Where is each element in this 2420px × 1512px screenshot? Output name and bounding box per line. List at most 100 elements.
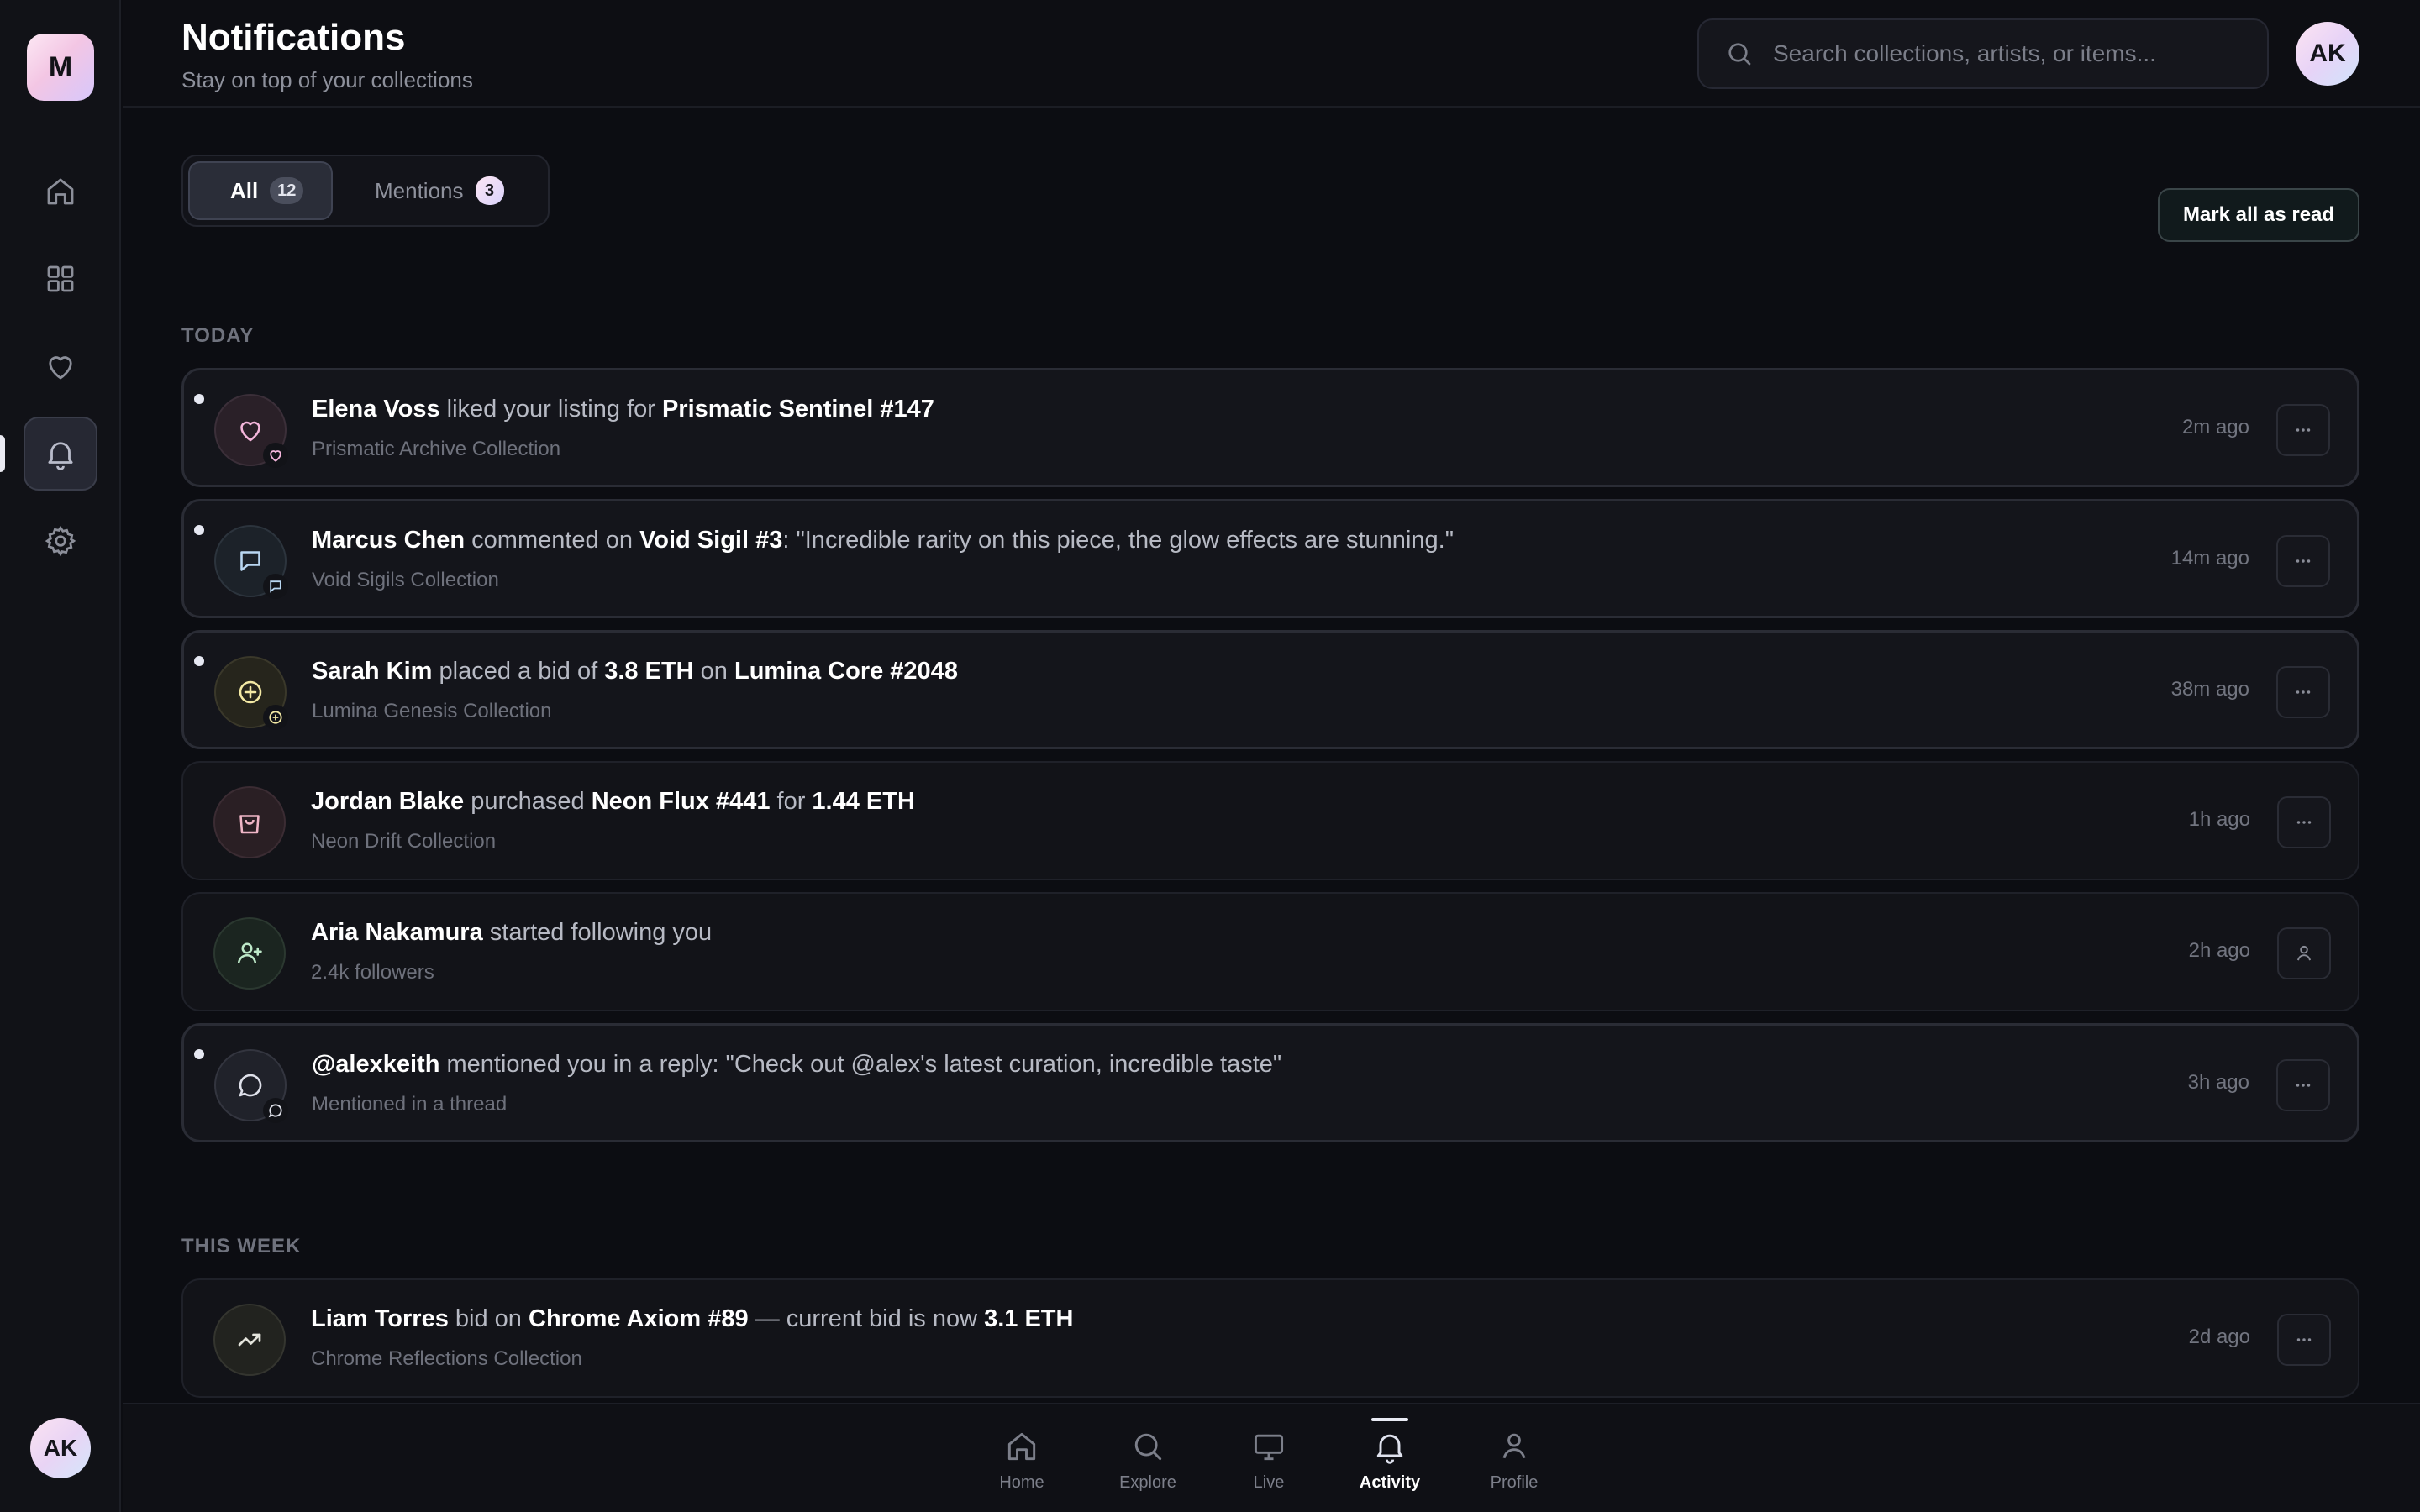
sidebar-avatar[interactable]: AK <box>30 1418 91 1478</box>
notification-subtext: 2.4k followers <box>311 961 434 984</box>
user-icon <box>1502 1433 1526 1459</box>
notification-type-badge <box>213 1304 286 1376</box>
header: Notifications Stay on top of your collec… <box>123 0 2420 108</box>
search-icon <box>1728 43 1751 66</box>
notification-text: Elena Voss liked your listing for Prisma… <box>312 396 934 423</box>
notification-item[interactable]: Liam Torres bid on Chrome Axiom #89 — cu… <box>182 1278 2360 1398</box>
notification-item[interactable]: @alexkeith mentioned you in a reply: "Ch… <box>182 1023 2360 1142</box>
notification-type-badge <box>214 656 288 730</box>
actor-name[interactable]: Sarah Kim <box>312 658 432 685</box>
unread-dot <box>194 525 204 535</box>
user-plus-icon <box>237 942 262 963</box>
notification-text: Jordan Blake purchased Neon Flux #441 fo… <box>311 788 915 816</box>
notification-item[interactable]: Marcus Chen commented on Void Sigil #3: … <box>182 499 2360 618</box>
mention-icon <box>239 1074 262 1097</box>
more-options-button[interactable] <box>2277 796 2331 848</box>
notification-text: Liam Torres bid on Chrome Axiom #89 — cu… <box>311 1305 1073 1333</box>
bid-icon <box>269 711 282 724</box>
purchase-amount: 1.44 ETH <box>812 788 915 815</box>
trend-icon <box>238 1333 261 1347</box>
actor-name[interactable]: Aria Nakamura <box>311 919 483 946</box>
more-options-button[interactable] <box>2276 535 2330 587</box>
view-profile-button[interactable] <box>2277 927 2331 979</box>
mini-comment-badge <box>263 574 288 599</box>
item-link[interactable]: Chrome Axiom #89 <box>529 1305 749 1332</box>
bottom-nav-home[interactable]: Home <box>971 1428 1072 1504</box>
item-link[interactable]: Lumina Core #2048 <box>734 658 958 685</box>
sidebar-item-home[interactable] <box>24 155 97 228</box>
notification-type-badge <box>213 786 286 858</box>
more-options-button[interactable] <box>2276 666 2330 718</box>
notification-verb: started following you <box>489 919 713 946</box>
user-icon <box>2297 945 2311 961</box>
sidebar-item-grid[interactable] <box>24 242 97 316</box>
notification-verb: on <box>700 658 728 685</box>
notification-subtext: Void Sigils Collection <box>312 569 499 591</box>
notification-item[interactable]: Elena Voss liked your listing for Prisma… <box>182 368 2360 487</box>
bottom-nav-live[interactable]: Live <box>1218 1428 1319 1504</box>
bottom-nav-explore[interactable]: Explore <box>1097 1428 1198 1504</box>
tab-count-badge: 12 <box>270 177 304 204</box>
notification-text: Sarah Kim placed a bid of 3.8 ETH on Lum… <box>312 658 958 685</box>
notification-subtext: Mentioned in a thread <box>312 1093 508 1116</box>
page-subtitle: Stay on top of your collections <box>182 67 473 92</box>
user-avatar[interactable]: AK <box>2296 22 2360 86</box>
more-options-button[interactable] <box>2277 1314 2331 1366</box>
notification-item[interactable]: Aria Nakamura started following you 2.4k… <box>182 892 2360 1011</box>
page-title: Notifications <box>182 17 406 58</box>
heart-icon <box>270 450 281 462</box>
sidebar: M AK <box>0 0 121 1512</box>
comment-quote: : "Incredible rarity on this piece, the … <box>782 527 1454 554</box>
notification-time: 1h ago <box>2188 808 2250 831</box>
more-icon <box>2296 559 2311 563</box>
heart-icon <box>49 356 72 380</box>
bottom-nav-label: Explore <box>1119 1473 1176 1492</box>
grid-icon <box>47 265 74 292</box>
item-link[interactable]: Void Sigil #3 <box>639 527 782 554</box>
notification-subtext: Chrome Reflections Collection <box>311 1347 582 1370</box>
bag-icon <box>239 815 260 834</box>
notification-item[interactable]: Jordan Blake purchased Neon Flux #441 fo… <box>182 761 2360 880</box>
actor-name[interactable]: @alexkeith <box>312 1051 439 1078</box>
search-box[interactable] <box>1697 18 2269 89</box>
bottom-nav-activity[interactable]: Activity <box>1339 1418 1440 1504</box>
notification-item[interactable]: Sarah Kim placed a bid of 3.8 ETH on Lum… <box>182 630 2360 749</box>
brand-logo[interactable]: M <box>27 34 94 101</box>
actor-name[interactable]: Elena Voss <box>312 396 440 423</box>
actor-name[interactable]: Jordan Blake <box>311 788 464 815</box>
more-icon <box>2296 1338 2312 1341</box>
notification-time: 2m ago <box>2181 416 2249 438</box>
more-options-button[interactable] <box>2276 1059 2330 1111</box>
bottom-nav-profile[interactable]: Profile <box>1464 1428 1565 1504</box>
notification-time: 38m ago <box>2170 678 2249 701</box>
mini-heart-badge <box>263 443 288 468</box>
home-icon <box>1007 1432 1036 1461</box>
item-link[interactable]: Prismatic Sentinel #147 <box>662 396 934 423</box>
active-indicator <box>1371 1418 1408 1421</box>
sidebar-item-settings[interactable] <box>24 504 97 578</box>
notification-text: Aria Nakamura started following you <box>311 919 712 947</box>
actor-name[interactable]: Liam Torres <box>311 1305 449 1332</box>
actor-name[interactable]: Marcus Chen <box>312 527 465 554</box>
active-indicator <box>0 435 5 472</box>
mark-all-read-button[interactable]: Mark all as read <box>2158 188 2360 242</box>
tab-mentions[interactable]: Mentions 3 <box>341 161 543 220</box>
sidebar-item-notifications[interactable] <box>24 417 97 491</box>
more-icon <box>2296 428 2311 432</box>
more-options-button[interactable] <box>2276 404 2330 456</box>
notification-verb: bid on <box>455 1305 522 1332</box>
tab-all[interactable]: All 12 <box>188 161 333 220</box>
bid-amount: 3.1 ETH <box>984 1305 1074 1332</box>
item-link[interactable]: Neon Flux #441 <box>592 788 771 815</box>
notification-subtext: Lumina Genesis Collection <box>312 700 552 722</box>
bottom-nav-label: Activity <box>1359 1473 1421 1492</box>
search-icon <box>1134 1433 1162 1461</box>
mini-bid-badge <box>263 705 288 730</box>
bell-icon <box>1376 1434 1403 1464</box>
notification-type-badge <box>213 917 286 990</box>
mention-quote: mentioned you in a reply: "Check out @al… <box>446 1051 1282 1078</box>
bottom-nav: Home Explore Live Activity Profile <box>123 1403 2420 1512</box>
search-input[interactable] <box>1773 40 2244 67</box>
bottom-nav-label: Profile <box>1490 1473 1539 1492</box>
sidebar-item-favorites[interactable] <box>24 329 97 403</box>
